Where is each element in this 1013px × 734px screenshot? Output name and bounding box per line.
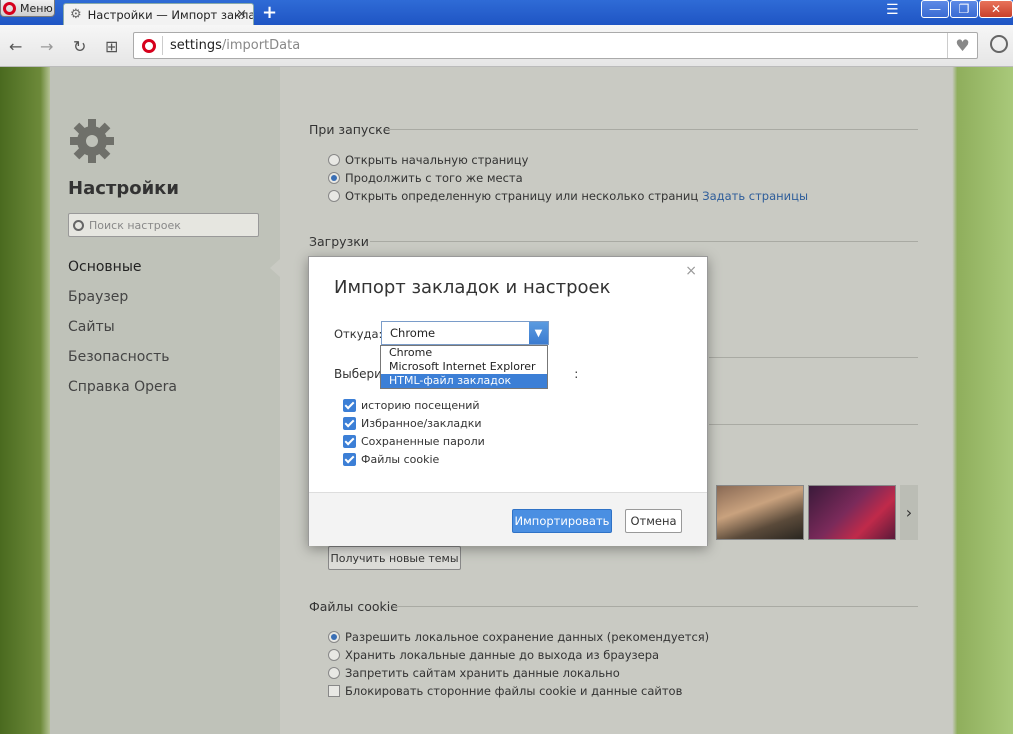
tab-menu-icon[interactable]: ☰: [886, 2, 899, 18]
settings-sidebar: [50, 67, 280, 734]
import-source-dropdown: Chrome Microsoft Internet Explorer HTML-…: [380, 345, 548, 389]
dialog-footer: Импортировать Отмена: [309, 492, 707, 546]
import-history-checkbox[interactable]: историю посещений: [343, 399, 480, 412]
profile-icon[interactable]: [990, 35, 1008, 53]
opera-logo-icon: [3, 1, 16, 15]
search-placeholder: Поиск настроек: [89, 218, 181, 232]
select-value: Chrome: [390, 326, 436, 340]
dropdown-option-ie[interactable]: Microsoft Internet Explorer: [381, 360, 547, 374]
from-label: Откуда:: [334, 327, 383, 341]
checkbox[interactable]: [328, 685, 340, 697]
section-divider: [709, 424, 918, 425]
tab-title: Настройки — Импорт заклад: [87, 7, 254, 22]
section-divider: [386, 129, 918, 130]
cancel-button[interactable]: Отмена: [625, 509, 682, 533]
choose-label-end: :: [574, 367, 579, 381]
radio[interactable]: [328, 154, 340, 166]
dialog-title: Импорт закладок и настроек: [334, 277, 611, 298]
forward-icon[interactable]: →: [40, 37, 53, 56]
option-label: Разрешить локальное сохранение данных (р…: [345, 630, 710, 644]
bookmark-heart-icon[interactable]: ♥: [947, 33, 977, 58]
downloads-heading: Загрузки: [309, 234, 369, 249]
cookie-block-third-party[interactable]: Блокировать сторонние файлы cookie и дан…: [328, 684, 682, 698]
search-icon: [73, 219, 84, 231]
checkbox-checked[interactable]: [343, 453, 356, 466]
theme-thumbnail[interactable]: [716, 485, 804, 540]
import-passwords-checkbox[interactable]: Сохраненные пароли: [343, 435, 485, 448]
speed-dial-icon[interactable]: ⊞: [105, 37, 118, 56]
option-label: Открыть определенную страницу или нескол…: [345, 189, 699, 203]
url-host: settings: [170, 38, 222, 53]
import-button[interactable]: Импортировать: [512, 509, 612, 533]
option-label: Продолжить с того же места: [345, 171, 523, 185]
opera-badge-icon: [142, 38, 156, 53]
window-titlebar: Меню ⚙ Настройки — Импорт заклад × + ☰ —…: [0, 0, 1013, 25]
settings-title: Настройки: [68, 178, 180, 199]
import-bookmarks-checkbox[interactable]: Избранное/закладки: [343, 417, 482, 430]
sidebar-item-basic[interactable]: Основные: [68, 259, 142, 275]
section-divider: [370, 241, 918, 242]
dropdown-option-chrome[interactable]: Chrome: [381, 346, 547, 360]
checkbox-checked[interactable]: [343, 417, 356, 430]
close-window-button[interactable]: ✕: [979, 0, 1013, 18]
section-divider: [394, 606, 918, 607]
checkbox-label: Сохраненные пароли: [361, 435, 485, 448]
sidebar-item-help[interactable]: Справка Opera: [68, 379, 177, 395]
address-toolbar: ← → ↻ ⊞ settings/importData ♥: [0, 25, 1013, 67]
option-label: Хранить локальные данные до выхода из бр…: [345, 648, 660, 662]
dropdown-option-html[interactable]: HTML-файл закладок: [381, 374, 547, 388]
radio[interactable]: [328, 190, 340, 202]
startup-option-continue[interactable]: Продолжить с того же места: [328, 171, 523, 185]
settings-search-input[interactable]: Поиск настроек: [68, 213, 259, 237]
reload-icon[interactable]: ↻: [73, 37, 86, 56]
radio-selected[interactable]: [328, 631, 340, 643]
tab-settings-import[interactable]: ⚙ Настройки — Импорт заклад ×: [63, 3, 254, 25]
startup-option-specific[interactable]: Открыть определенную страницу или нескол…: [328, 189, 808, 203]
url-path: /importData: [221, 38, 301, 53]
settings-gear-icon: [70, 119, 114, 163]
sidebar-item-security[interactable]: Безопасность: [68, 349, 169, 365]
checkbox-checked[interactable]: [343, 399, 356, 412]
tab-close-icon[interactable]: ×: [236, 7, 247, 22]
gear-icon: ⚙: [70, 6, 82, 22]
get-themes-button[interactable]: Получить новые темы: [328, 546, 461, 570]
checkbox-label: историю посещений: [361, 399, 480, 412]
radio-selected[interactable]: [328, 172, 340, 184]
opera-menu-button[interactable]: Меню: [0, 0, 55, 17]
sidebar-item-browser[interactable]: Браузер: [68, 289, 128, 305]
radio[interactable]: [328, 667, 340, 679]
theme-thumbnail[interactable]: [808, 485, 896, 540]
startup-option-home[interactable]: Открыть начальную страницу: [328, 153, 528, 167]
minimize-button[interactable]: —: [921, 0, 949, 18]
themes-next-icon[interactable]: ›: [900, 485, 918, 540]
checkbox-label: Избранное/закладки: [361, 417, 482, 430]
section-divider: [709, 357, 918, 358]
restore-button[interactable]: ❐: [950, 0, 978, 18]
checkbox-label: Файлы cookie: [361, 453, 440, 466]
checkbox-checked[interactable]: [343, 435, 356, 448]
import-dialog: × Импорт закладок и настроек Откуда: Chr…: [308, 256, 708, 546]
address-bar[interactable]: settings/importData ♥: [133, 32, 978, 59]
option-label: Запретить сайтам хранить данные локально: [345, 666, 620, 680]
active-nav-pointer: [270, 259, 280, 277]
chevron-down-icon[interactable]: ▼: [529, 322, 548, 344]
menu-label: Меню: [20, 1, 53, 15]
set-pages-link[interactable]: Задать страницы: [702, 189, 808, 203]
sidebar-item-sites[interactable]: Сайты: [68, 319, 115, 335]
cookie-option-session[interactable]: Хранить локальные данные до выхода из бр…: [328, 648, 659, 662]
option-label: Блокировать сторонние файлы cookie и дан…: [345, 684, 683, 698]
cookies-heading: Файлы cookie: [309, 599, 398, 614]
dialog-close-icon[interactable]: ×: [685, 263, 697, 279]
import-source-select[interactable]: Chrome ▼: [381, 321, 549, 345]
radio[interactable]: [328, 649, 340, 661]
cookie-option-allow[interactable]: Разрешить локальное сохранение данных (р…: [328, 630, 709, 644]
option-label: Открыть начальную страницу: [345, 153, 529, 167]
url-divider: [162, 36, 163, 55]
startup-heading: При запуске: [309, 122, 391, 137]
new-tab-button[interactable]: +: [262, 2, 277, 23]
cookie-option-block[interactable]: Запретить сайтам хранить данные локально: [328, 666, 620, 680]
import-cookies-checkbox[interactable]: Файлы cookie: [343, 453, 439, 466]
back-icon[interactable]: ←: [9, 37, 22, 56]
